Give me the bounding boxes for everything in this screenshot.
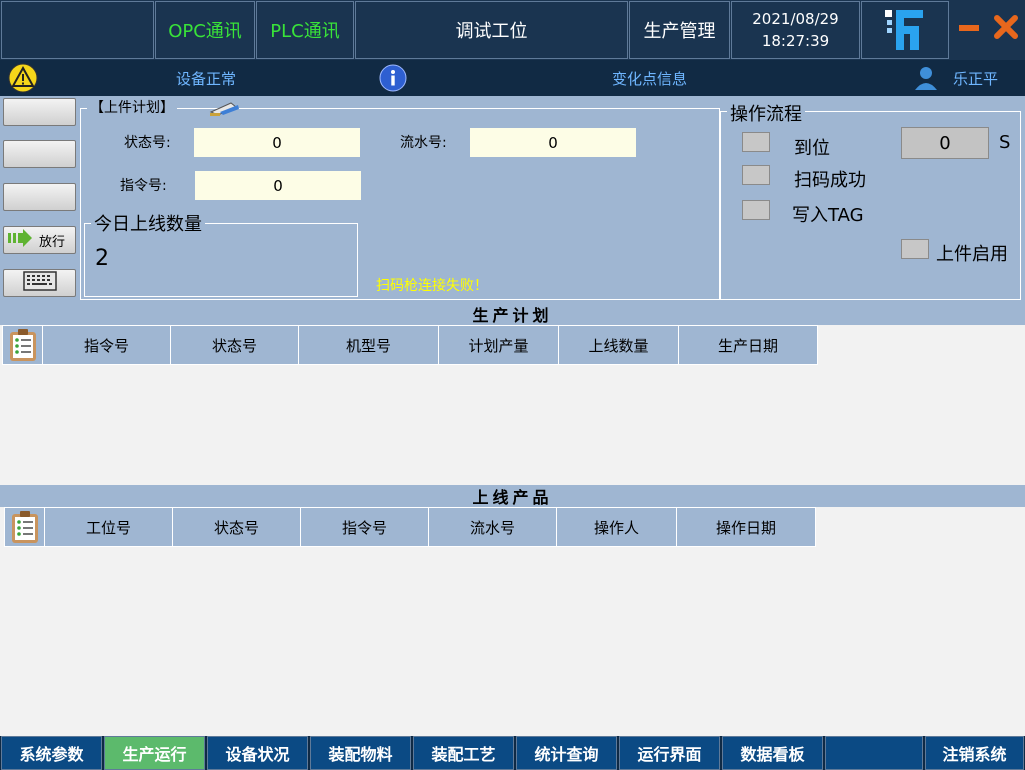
datetime-display: 2021/08/29 18:27:39 [731,1,860,59]
loading-enable-checkbox[interactable] [901,239,929,259]
nav-assembly-materials[interactable]: 装配物料 [310,736,411,770]
today-online-count-value: 2 [95,246,109,271]
today-online-count-group: 今日上线数量 2 [84,210,358,297]
bottom-navigation: 系统参数 生产运行 设备状况 装配物料 装配工艺 统计查询 运行界面 数据看板 … [0,736,1025,770]
nav-equipment-status[interactable]: 设备状况 [207,736,308,770]
nav-statistics-query[interactable]: 统计查询 [516,736,617,770]
scanner-icon [209,99,241,121]
col-planned-output[interactable]: 计划产量 [439,326,559,364]
opc-comm-status[interactable]: OPC通讯 [155,1,255,59]
col-operation-date[interactable]: 操作日期 [677,508,815,546]
scan-success-indicator [742,165,770,185]
keyboard-button[interactable] [3,269,76,297]
col-operator[interactable]: 操作人 [557,508,677,546]
online-products-title: 上线产品 [0,485,1025,507]
col-status-number[interactable]: 状态号 [173,508,301,546]
nav-assembly-process[interactable]: 装配工艺 [413,736,514,770]
nav-data-dashboard[interactable]: 数据看板 [722,736,823,770]
nav-logout[interactable]: 注销系统 [925,736,1024,770]
col-command-number[interactable]: 指令号 [301,508,429,546]
command-number-field[interactable]: 0 [195,171,361,200]
arrived-indicator [742,132,770,152]
keyboard-icon [22,271,57,295]
clipboard-icon [5,508,45,546]
col-production-date[interactable]: 生产日期 [679,326,817,364]
warning-icon [8,60,38,96]
loading-plan-group: 【上件计划】 状态号: 0 流水号: 0 指令号: 0 今日上线数量 2 扫码枪… [80,97,720,300]
side-button-3[interactable] [3,183,76,211]
header-bar: OPC通讯 PLC通讯 调试工位 生产管理 2021/08/29 18:27:3… [0,0,1025,60]
user-name[interactable]: 乐正平 [953,60,998,96]
release-label: 放行 [39,234,66,250]
production-plan-table-body[interactable] [0,365,1025,485]
scanner-error-message: 扫码枪连接失败！ [376,278,488,294]
arrived-label: 到位 [794,138,830,159]
online-products-table-body[interactable] [0,547,1025,735]
write-tag-indicator [742,200,770,220]
scan-success-label: 扫码成功 [794,170,866,191]
online-products-table-header: 工位号 状态号 指令号 流水号 操作人 操作日期 [4,507,816,547]
minimize-icon[interactable] [952,10,986,44]
arrow-right-icon [7,229,33,251]
command-number-label: 指令号: [120,178,167,194]
header-blank-cell [1,1,154,59]
serial-number-label: 流水号: [400,135,447,151]
nav-blank-button[interactable] [825,736,923,770]
close-icon[interactable] [989,10,1023,44]
nav-system-params[interactable]: 系统参数 [1,736,102,770]
nav-production-run[interactable]: 生产运行 [104,736,205,770]
info-icon[interactable] [379,60,407,96]
production-plan-title: 生产计划 [0,303,1025,325]
user-icon [912,60,940,96]
col-status-number[interactable]: 状态号 [171,326,299,364]
col-online-quantity[interactable]: 上线数量 [559,326,679,364]
operation-flow-title: 操作流程 [727,100,805,126]
write-tag-label: 写入TAG [792,205,864,226]
plc-comm-status[interactable]: PLC通讯 [256,1,354,59]
col-command-number[interactable]: 指令号 [43,326,171,364]
change-point-info-link[interactable]: 变化点信息 [612,60,687,96]
production-management-button[interactable]: 生产管理 [629,1,730,59]
logo-icon [861,1,949,59]
work-area: 放行 【上件计划】 状态号: 0 流水号: 0 指令号: 0 今日上线数量 2 … [0,96,1025,306]
loading-plan-title: 【上件计划】 [87,97,177,117]
side-button-2[interactable] [3,140,76,168]
serial-number-field[interactable]: 0 [470,128,636,157]
status-number-label: 状态号: [124,135,171,151]
production-plan-table-header: 指令号 状态号 机型号 计划产量 上线数量 生产日期 [2,325,818,365]
today-online-count-title: 今日上线数量 [91,210,205,236]
col-station-number[interactable]: 工位号 [45,508,173,546]
col-model-number[interactable]: 机型号 [299,326,439,364]
device-status-text: 设备正常 [176,69,237,88]
timer-display: 0 [901,127,989,159]
timer-unit: S [999,132,1011,153]
loading-enable-label: 上件启用 [936,244,1008,265]
operation-flow-group: 操作流程 到位 0 S 扫码成功 写入TAG 上件启用 [720,100,1021,300]
station-title: 调试工位 [355,1,628,59]
col-serial-number[interactable]: 流水号 [429,508,557,546]
side-button-1[interactable] [3,98,76,126]
release-button[interactable]: 放行 [3,226,76,254]
time-text: 18:27:39 [761,32,830,50]
status-bar: 设备正常 变化点信息 乐正平 [0,60,1025,96]
date-text: 2021/08/29 [752,10,839,28]
nav-run-interface[interactable]: 运行界面 [619,736,720,770]
status-number-field[interactable]: 0 [194,128,360,157]
clipboard-icon [3,326,43,364]
